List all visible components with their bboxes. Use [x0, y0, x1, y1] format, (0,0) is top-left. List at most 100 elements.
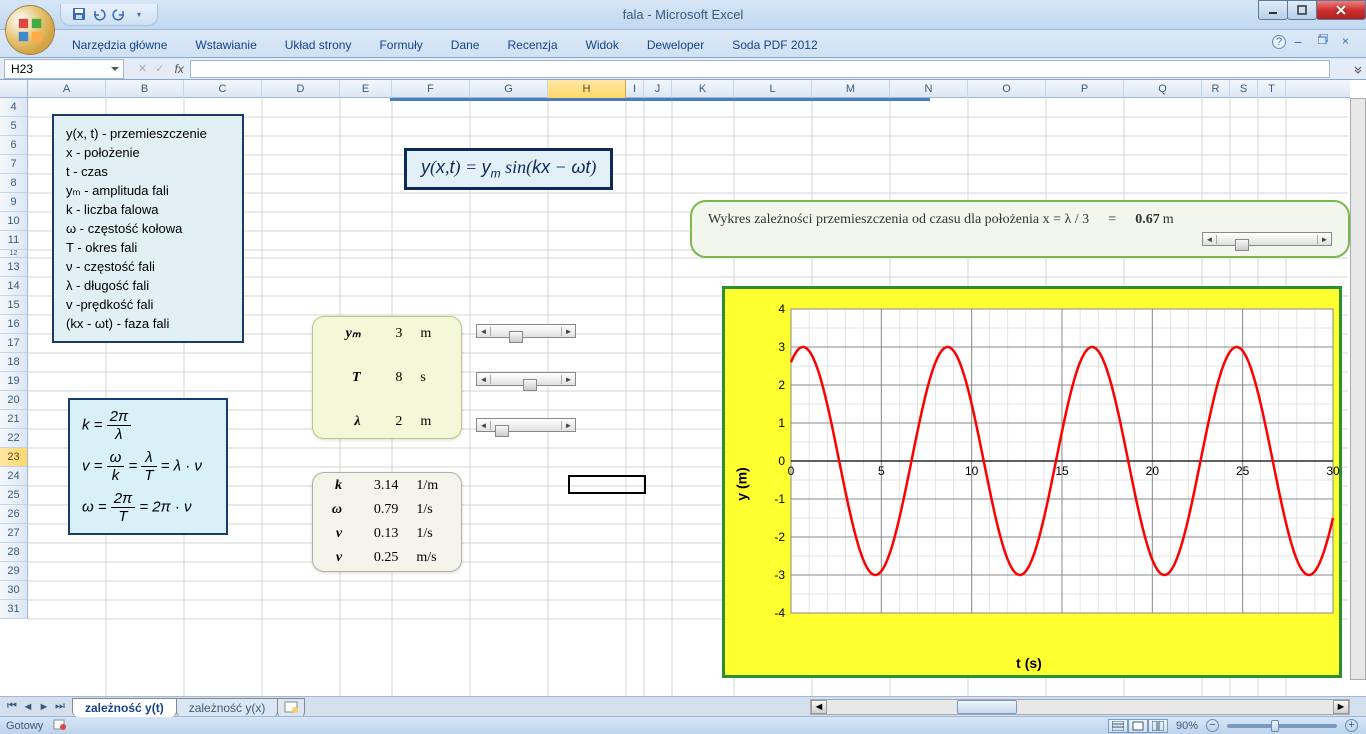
tab-nav-first-icon[interactable]: ⏮ [4, 699, 20, 715]
select-all-corner[interactable] [0, 80, 28, 97]
chart[interactable]: y (m) 051015202530-4-3-2-101234 t (s) [722, 286, 1342, 678]
formula-bar-expand-icon[interactable] [1350, 64, 1366, 74]
T-slider[interactable]: ◄► [476, 372, 576, 386]
row-header-30[interactable]: 30 [0, 581, 27, 600]
office-button[interactable] [5, 5, 55, 55]
ribbon-minimize-icon[interactable]: − [1294, 34, 1310, 50]
ribbon-restore-icon[interactable] [1318, 34, 1334, 50]
row-header-21[interactable]: 21 [0, 410, 27, 429]
column-header-C[interactable]: C [184, 80, 262, 98]
close-button[interactable] [1316, 0, 1366, 20]
column-header-N[interactable]: N [890, 80, 968, 98]
undo-icon[interactable] [91, 6, 107, 22]
row-header-20[interactable]: 20 [0, 391, 27, 410]
maximize-button[interactable] [1287, 0, 1317, 20]
formula-input[interactable] [190, 60, 1330, 78]
lambda-slider[interactable]: ◄► [476, 418, 576, 432]
macro-record-icon[interactable] [53, 717, 67, 734]
row-header-15[interactable]: 15 [0, 296, 27, 315]
ribbon-close-icon[interactable]: × [1342, 34, 1358, 50]
row-header-4[interactable]: 4 [0, 98, 27, 117]
minimize-button[interactable] [1258, 0, 1288, 20]
row-header-7[interactable]: 7 [0, 155, 27, 174]
row-header-5[interactable]: 5 [0, 117, 27, 136]
column-header-J[interactable]: J [644, 80, 672, 98]
row-header-24[interactable]: 24 [0, 467, 27, 486]
row-header-28[interactable]: 28 [0, 543, 27, 562]
row-header-26[interactable]: 26 [0, 505, 27, 524]
column-header-B[interactable]: B [106, 80, 184, 98]
column-header-H[interactable]: H [548, 80, 626, 98]
tab-data[interactable]: Dane [437, 33, 494, 57]
sheet-tab-yt[interactable]: zależność y(t) [72, 698, 177, 717]
slider-left-icon[interactable]: ◄ [1203, 235, 1217, 244]
column-header-E[interactable]: E [340, 80, 392, 98]
tab-insert[interactable]: Wstawianie [181, 33, 270, 57]
column-header-L[interactable]: L [734, 80, 812, 98]
sheet-tab-yx[interactable]: zależność y(x) [176, 698, 279, 717]
row-header-14[interactable]: 14 [0, 277, 27, 296]
tab-home[interactable]: Narzędzia główne [58, 33, 181, 57]
sheet-tab-new[interactable] [277, 698, 305, 718]
column-header-D[interactable]: D [262, 80, 340, 98]
slider-right-icon[interactable]: ► [561, 375, 575, 384]
row-header-27[interactable]: 27 [0, 524, 27, 543]
row-header-12[interactable]: 12 [0, 250, 27, 258]
row-header-16[interactable]: 16 [0, 315, 27, 334]
row-header-31[interactable]: 31 [0, 600, 27, 619]
row-header-19[interactable]: 19 [0, 372, 27, 391]
row-header-9[interactable]: 9 [0, 193, 27, 212]
redo-icon[interactable] [111, 6, 127, 22]
fx-button[interactable]: fx [168, 62, 189, 76]
tab-developer[interactable]: Deweloper [633, 33, 718, 57]
zoom-in-icon[interactable]: + [1345, 719, 1358, 732]
scroll-right-icon[interactable]: ► [1333, 700, 1349, 714]
view-layout-icon[interactable] [1128, 719, 1148, 733]
ym-slider[interactable]: ◄► [476, 324, 576, 338]
cancel-formula-icon[interactable]: ✕ [134, 62, 151, 75]
enter-formula-icon[interactable]: ✓ [151, 62, 168, 75]
row-header-25[interactable]: 25 [0, 486, 27, 505]
tab-layout[interactable]: Układ strony [271, 33, 366, 57]
scroll-left-icon[interactable]: ◄ [811, 700, 827, 714]
slider-left-icon[interactable]: ◄ [477, 421, 491, 430]
column-header-T[interactable]: T [1258, 80, 1286, 98]
row-header-6[interactable]: 6 [0, 136, 27, 155]
row-header-11[interactable]: 11 [0, 231, 27, 250]
tab-nav-next-icon[interactable]: ► [36, 699, 52, 715]
column-header-F[interactable]: F [392, 80, 470, 98]
slider-left-icon[interactable]: ◄ [477, 327, 491, 336]
column-header-S[interactable]: S [1230, 80, 1258, 98]
tab-view[interactable]: Widok [572, 33, 633, 57]
tab-formulas[interactable]: Formuły [365, 33, 436, 57]
position-slider[interactable]: ◄ ► [1202, 232, 1332, 246]
row-header-23[interactable]: 23 [0, 448, 27, 467]
slider-left-icon[interactable]: ◄ [477, 375, 491, 384]
name-box[interactable]: H23 [4, 59, 124, 79]
row-header-10[interactable]: 10 [0, 212, 27, 231]
zoom-level[interactable]: 90% [1176, 720, 1198, 732]
horizontal-scrollbar[interactable]: ◄ ► [810, 699, 1350, 715]
row-header-17[interactable]: 17 [0, 334, 27, 353]
column-header-G[interactable]: G [470, 80, 548, 98]
row-header-13[interactable]: 13 [0, 258, 27, 277]
column-header-P[interactable]: P [1046, 80, 1124, 98]
column-header-K[interactable]: K [672, 80, 734, 98]
column-header-R[interactable]: R [1202, 80, 1230, 98]
slider-right-icon[interactable]: ► [1317, 235, 1331, 244]
tab-nav-last-icon[interactable]: ⏭ [52, 699, 68, 715]
view-pagebreak-icon[interactable] [1148, 719, 1168, 733]
slider-right-icon[interactable]: ► [561, 327, 575, 336]
column-header-A[interactable]: A [28, 80, 106, 98]
zoom-slider[interactable] [1227, 724, 1337, 728]
row-header-22[interactable]: 22 [0, 429, 27, 448]
tab-review[interactable]: Recenzja [493, 33, 571, 57]
view-normal-icon[interactable] [1108, 719, 1128, 733]
tab-sodapdf[interactable]: Soda PDF 2012 [718, 33, 831, 57]
tab-nav-prev-icon[interactable]: ◄ [20, 699, 36, 715]
vertical-scrollbar[interactable] [1350, 98, 1366, 680]
save-icon[interactable] [71, 6, 87, 22]
zoom-out-icon[interactable]: − [1206, 719, 1219, 732]
help-icon[interactable]: ? [1272, 35, 1286, 49]
column-header-I[interactable]: I [626, 80, 644, 98]
